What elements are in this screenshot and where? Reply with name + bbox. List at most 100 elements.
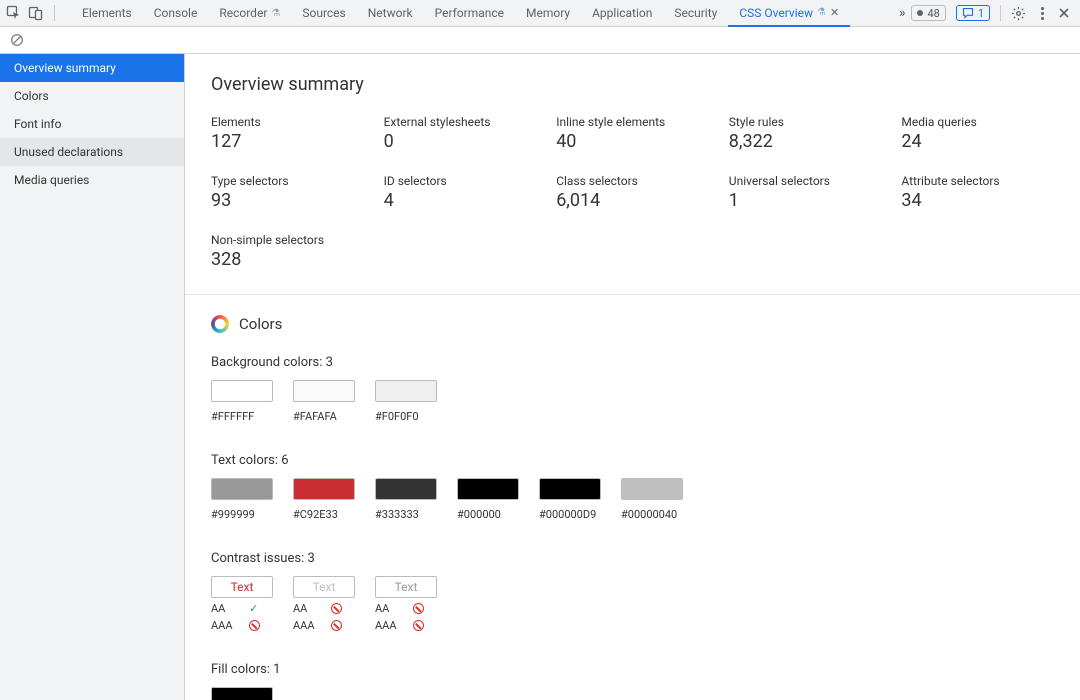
page-title: Overview summary	[211, 74, 1054, 95]
stat-label: Type selectors	[211, 174, 364, 188]
color-swatch[interactable]: #FFFFFF	[211, 380, 273, 423]
stat-label: External stylesheets	[384, 115, 537, 129]
close-icon[interactable]	[1058, 7, 1070, 19]
color-swatch[interactable]: #333333	[375, 478, 437, 521]
contrast-label: Contrast issues: 3	[211, 551, 1054, 566]
sidebar-item-font-info[interactable]: Font info	[0, 110, 184, 138]
color-hex-label: #333333	[375, 508, 437, 521]
tab-close-icon[interactable]: ✕	[830, 6, 839, 19]
tab-label: Application	[592, 6, 652, 20]
color-swatch[interactable]: #F0F0F0	[375, 380, 437, 423]
stat-value: 4	[384, 190, 537, 211]
color-hex-label: #C92E33	[293, 508, 355, 521]
contrast-item[interactable]: TextAAAAA	[293, 576, 355, 632]
more-tabs-icon[interactable]: »	[893, 5, 912, 21]
tab-network[interactable]: Network	[357, 0, 424, 26]
flask-icon: ⚗	[817, 7, 826, 18]
tab-css-overview[interactable]: CSS Overview⚗✕	[728, 0, 850, 27]
device-toolbar-icon[interactable]	[28, 5, 44, 21]
dot-icon	[917, 10, 923, 16]
clear-icon[interactable]	[10, 33, 24, 47]
sidebar-item-unused-declarations[interactable]: Unused declarations	[0, 138, 184, 166]
stat-value: 24	[901, 131, 1054, 152]
tab-recorder[interactable]: Recorder⚗	[208, 0, 291, 26]
stat-value: 8,322	[729, 131, 882, 152]
devtools-tabbar: Elements Console Recorder⚗SourcesNetwork Pe…	[0, 0, 1080, 27]
contrast-item[interactable]: TextAAAAA	[375, 576, 437, 632]
stat-non-simple-selectors: Non-simple selectors328	[211, 233, 364, 270]
tab-label: Elements	[82, 6, 132, 20]
colors-section: Colors Background colors: 3 #FFFFFF#FAFA…	[185, 295, 1080, 700]
contrast-aaa-row: AAA	[375, 619, 437, 632]
colors-heading: Colors	[239, 315, 282, 333]
stat-label: Elements	[211, 115, 364, 129]
stat-elements: Elements127	[211, 115, 364, 152]
color-swatch[interactable]: #C92E33	[293, 478, 355, 521]
stat-value: 0	[384, 131, 537, 152]
contrast-item[interactable]: TextAA✓AAA	[211, 576, 273, 632]
stat-media-queries: Media queries 24	[901, 115, 1054, 152]
color-chip	[457, 478, 519, 500]
tab-label: Console	[154, 6, 198, 20]
no-icon	[331, 620, 342, 631]
contrast-level-label: AA	[293, 602, 317, 615]
contrast-aa-row: AA	[293, 602, 355, 615]
color-chip	[293, 380, 355, 402]
fill-colors-label: Fill colors: 1	[211, 662, 1054, 677]
stat-value: 328	[211, 249, 364, 270]
color-chip	[211, 380, 273, 402]
tab-application[interactable]: Application	[581, 0, 663, 26]
stat-class-selectors: Class selectors6,014	[556, 174, 709, 211]
tab-security[interactable]: Security	[663, 0, 728, 26]
error-count: 48	[927, 7, 939, 20]
tab-label: Performance	[435, 6, 504, 20]
stat-universal-selectors: Universal selectors1	[729, 174, 882, 211]
contrast-aaa-row: AAA	[211, 619, 273, 632]
stat-label: Media queries	[901, 115, 1054, 129]
kebab-menu-icon[interactable]	[1036, 5, 1048, 21]
message-count-badge[interactable]: 1	[956, 5, 990, 21]
stat-type-selectors: Type selectors 93	[211, 174, 364, 211]
tab-memory[interactable]: Memory	[515, 0, 581, 26]
text-colors-label: Text colors: 6	[211, 453, 1054, 468]
panel-toolbar	[0, 27, 1080, 54]
sidebar-item-colors[interactable]: Colors	[0, 82, 184, 110]
color-swatch[interactable]: #00000040	[621, 478, 683, 521]
stat-label: Attribute selectors	[901, 174, 1054, 188]
flask-icon: ⚗	[271, 8, 280, 19]
color-chip	[539, 478, 601, 500]
overview-section: Overview summary Elements127 External sty…	[185, 54, 1080, 295]
message-count: 1	[978, 7, 984, 20]
contrast-chip: Text	[375, 576, 437, 598]
tab-sources[interactable]: Sources	[291, 0, 356, 26]
tab-console[interactable]: Console	[143, 0, 209, 26]
tab-performance[interactable]: Performance	[424, 0, 515, 26]
sidebar-item-media-queries[interactable]: Media queries	[0, 166, 184, 194]
color-swatch[interactable]: #000000D9	[539, 478, 601, 521]
tab-elements[interactable]: Elements	[71, 0, 143, 26]
tab-label: Memory	[526, 6, 570, 20]
error-count-badge[interactable]: 48	[911, 5, 945, 21]
stat-inline-style-elements: Inline style elements40	[556, 115, 709, 152]
sidebar-item-overview-summary[interactable]: Overview summary	[0, 54, 184, 82]
color-hex-label: #F0F0F0	[375, 410, 437, 423]
contrast-level-label: AA	[375, 602, 399, 615]
contrast-level-label: AAA	[211, 619, 235, 632]
stat-attribute-selectors: Attribute selectors34	[901, 174, 1054, 211]
color-swatch[interactable]: #999999	[211, 478, 273, 521]
color-swatch[interactable]: #000000	[211, 687, 273, 700]
color-hex-label: #00000040	[621, 508, 683, 521]
contrast-level-label: AAA	[293, 619, 317, 632]
gear-icon[interactable]	[1011, 6, 1026, 21]
stat-value: 93	[211, 190, 364, 211]
stat-external-stylesheets: External stylesheets 0	[384, 115, 537, 152]
divider	[1000, 5, 1001, 21]
color-hex-label: #FAFAFA	[293, 410, 355, 423]
color-ring-icon	[211, 315, 229, 333]
inspect-icon[interactable]	[6, 5, 22, 21]
stat-value: 1	[729, 190, 882, 211]
color-swatch[interactable]: #000000	[457, 478, 519, 521]
contrast-level-label: AA	[211, 602, 235, 615]
color-swatch[interactable]: #FAFAFA	[293, 380, 355, 423]
divider	[54, 5, 55, 21]
